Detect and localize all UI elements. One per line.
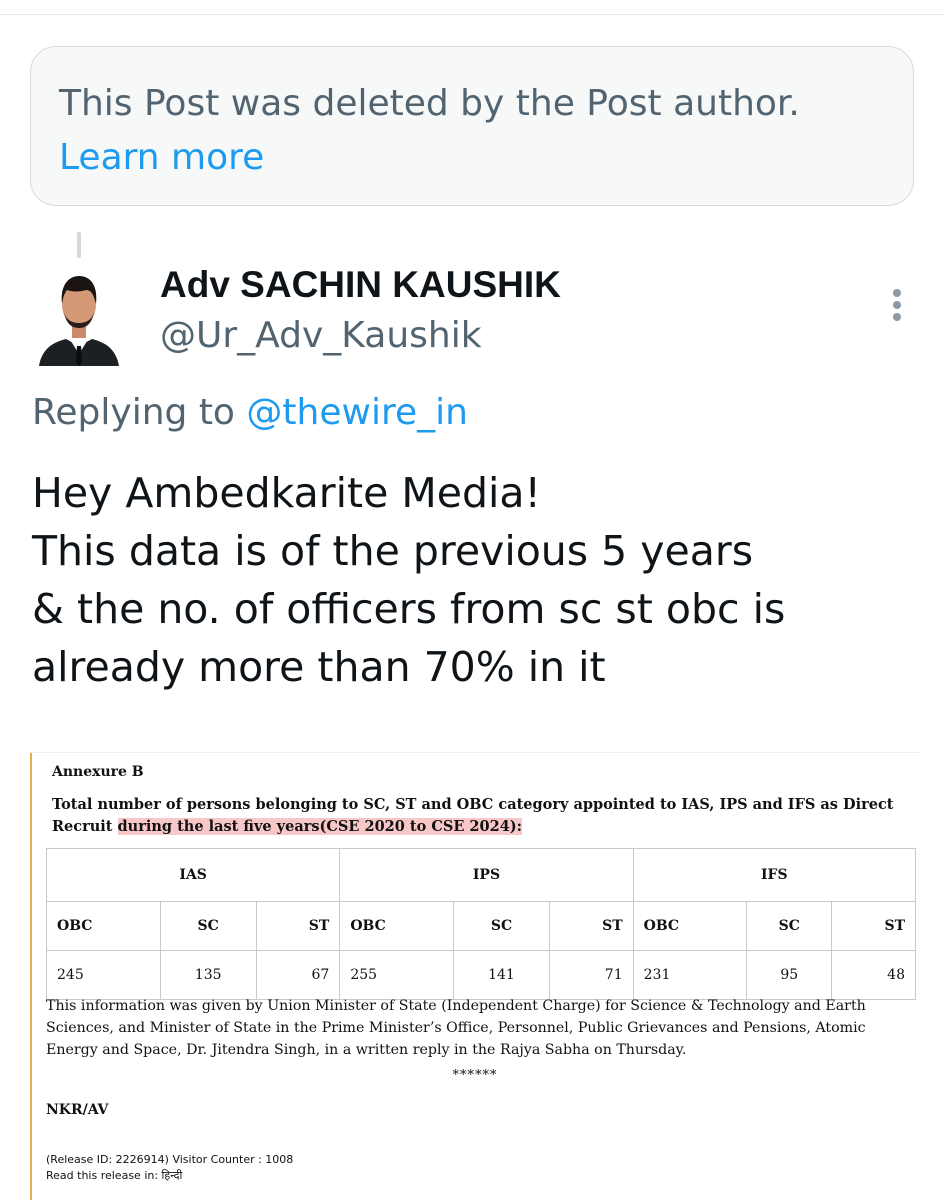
- table-cell: 231: [632, 950, 748, 1000]
- table-cell: 135: [159, 950, 257, 1000]
- table-row: 245 135 67 255 141 71 231 95 48: [46, 950, 916, 1000]
- more-options-button[interactable]: [882, 285, 912, 325]
- table-group-header-row: IAS IPS IFS: [45, 848, 917, 902]
- post-text-line: & the no. of officers from sc st obc is: [32, 585, 786, 633]
- table-subheader: ST: [255, 901, 341, 951]
- thread-connector-line: [77, 232, 81, 258]
- read-release-line: Read this release in: हिन्दी: [46, 1169, 183, 1182]
- deleted-notice-text: This Post was deleted by the Post author…: [59, 83, 800, 124]
- table-subheader-row: OBC SC ST OBC SC ST OBC SC ST: [46, 901, 916, 951]
- table-subheader: SC: [159, 901, 257, 951]
- post-text-line: This data is of the previous 5 years: [32, 527, 754, 575]
- author-name[interactable]: Adv SACHIN KAUSHIK: [160, 264, 561, 306]
- annexure-label: Annexure B: [52, 764, 144, 780]
- table-subheader: OBC: [339, 901, 454, 951]
- appointments-table: IAS IPS IFS OBC SC ST OBC SC ST OBC SC S…: [45, 848, 917, 1000]
- table-cell: 141: [452, 950, 551, 1000]
- group-header: IFS: [632, 848, 917, 902]
- document-top-rule: [30, 752, 920, 759]
- deleted-post-notice: This Post was deleted by the Post author…: [30, 46, 914, 206]
- group-header: IPS: [339, 848, 634, 902]
- table-cell: 255: [339, 950, 454, 1000]
- group-header: IAS: [45, 848, 341, 902]
- more-dot-icon: [893, 301, 901, 309]
- release-info: (Release ID: 2226914) Visitor Counter : …: [46, 1152, 293, 1184]
- table-subheader: ST: [549, 901, 634, 951]
- table-subheader: SC: [452, 901, 551, 951]
- table-cell: 67: [255, 950, 341, 1000]
- replying-to-handle-link[interactable]: @thewire_in: [246, 392, 468, 433]
- replying-to-line: Replying to @thewire_in: [32, 392, 468, 433]
- post-text-line: already more than 70% in it: [32, 643, 606, 691]
- table-subheader: SC: [746, 901, 833, 951]
- learn-more-link[interactable]: Learn more: [59, 135, 264, 181]
- post-text: Hey Ambedkarite Media! This data is of t…: [32, 464, 922, 696]
- document-info-paragraph: This information was given by Union Mini…: [46, 998, 866, 1058]
- table-cell: 245: [46, 950, 161, 1000]
- table-subheader: ST: [831, 901, 916, 951]
- table-cell: 48: [831, 950, 916, 1000]
- document-footer-code: NKR/AV: [46, 1102, 109, 1118]
- more-dot-icon: [893, 289, 901, 297]
- table-cell: 71: [549, 950, 634, 1000]
- table-cell: 95: [746, 950, 833, 1000]
- more-dot-icon: [893, 313, 901, 321]
- table-subheader: OBC: [46, 901, 161, 951]
- author-handle[interactable]: @Ur_Adv_Kaushik: [160, 315, 482, 356]
- document-description: Total number of persons belonging to SC,…: [52, 794, 902, 838]
- table-subheader: OBC: [632, 901, 748, 951]
- release-id-line: (Release ID: 2226914) Visitor Counter : …: [46, 1153, 294, 1166]
- replying-to-label: Replying to: [32, 392, 235, 433]
- post-text-line: Hey Ambedkarite Media!: [32, 469, 541, 517]
- avatar[interactable]: [34, 262, 124, 366]
- attached-document-image[interactable]: Annexure B Total number of persons belon…: [30, 752, 920, 1200]
- description-highlight: during the last five years(CSE 2020 to C…: [117, 818, 522, 835]
- document-margin-rule: [30, 752, 32, 1200]
- document-separator: ******: [452, 1068, 498, 1083]
- top-divider: [0, 14, 945, 15]
